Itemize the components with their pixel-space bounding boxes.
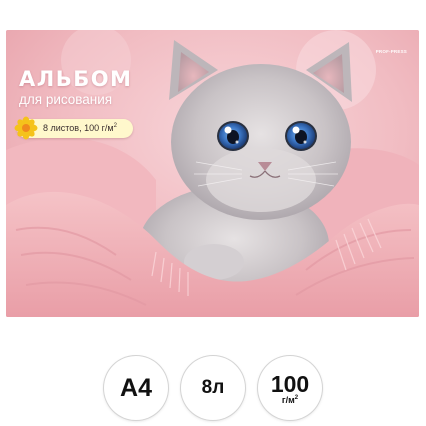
info-pill-sup: 2 <box>113 123 117 129</box>
info-pill-text: 8 листов, 100 г/м2 <box>43 123 117 134</box>
flower-icon <box>14 116 38 140</box>
info-pill-main: 8 листов, 100 г/м <box>43 123 114 133</box>
density-badge: 100 г/м2 <box>258 356 322 420</box>
format-badge-label: А4 <box>120 374 152 402</box>
density-badge-value: 100 <box>270 371 310 397</box>
density-unit-sup: 2 <box>294 395 299 401</box>
product-page: PROF-PRESS АЛЬБОМ для рисования 8 листов… <box>0 0 426 426</box>
density-unit-text: г/м <box>281 395 295 405</box>
brand-logo: PROF-PRESS <box>375 49 407 54</box>
cover-subtitle: для рисования <box>19 92 113 107</box>
sheets-badge: 8л <box>181 356 245 420</box>
sheets-badge-label: 8л <box>201 377 225 398</box>
density-badge-unit: г/м2 <box>282 395 298 405</box>
spec-badges: А4 8л 100 г/м2 <box>0 356 426 422</box>
album-cover: PROF-PRESS АЛЬБОМ для рисования 8 листов… <box>6 30 419 317</box>
info-pill: 8 листов, 100 г/м2 <box>14 116 133 140</box>
cover-title: АЛЬБОМ <box>19 67 133 91</box>
format-badge: А4 <box>104 356 168 420</box>
